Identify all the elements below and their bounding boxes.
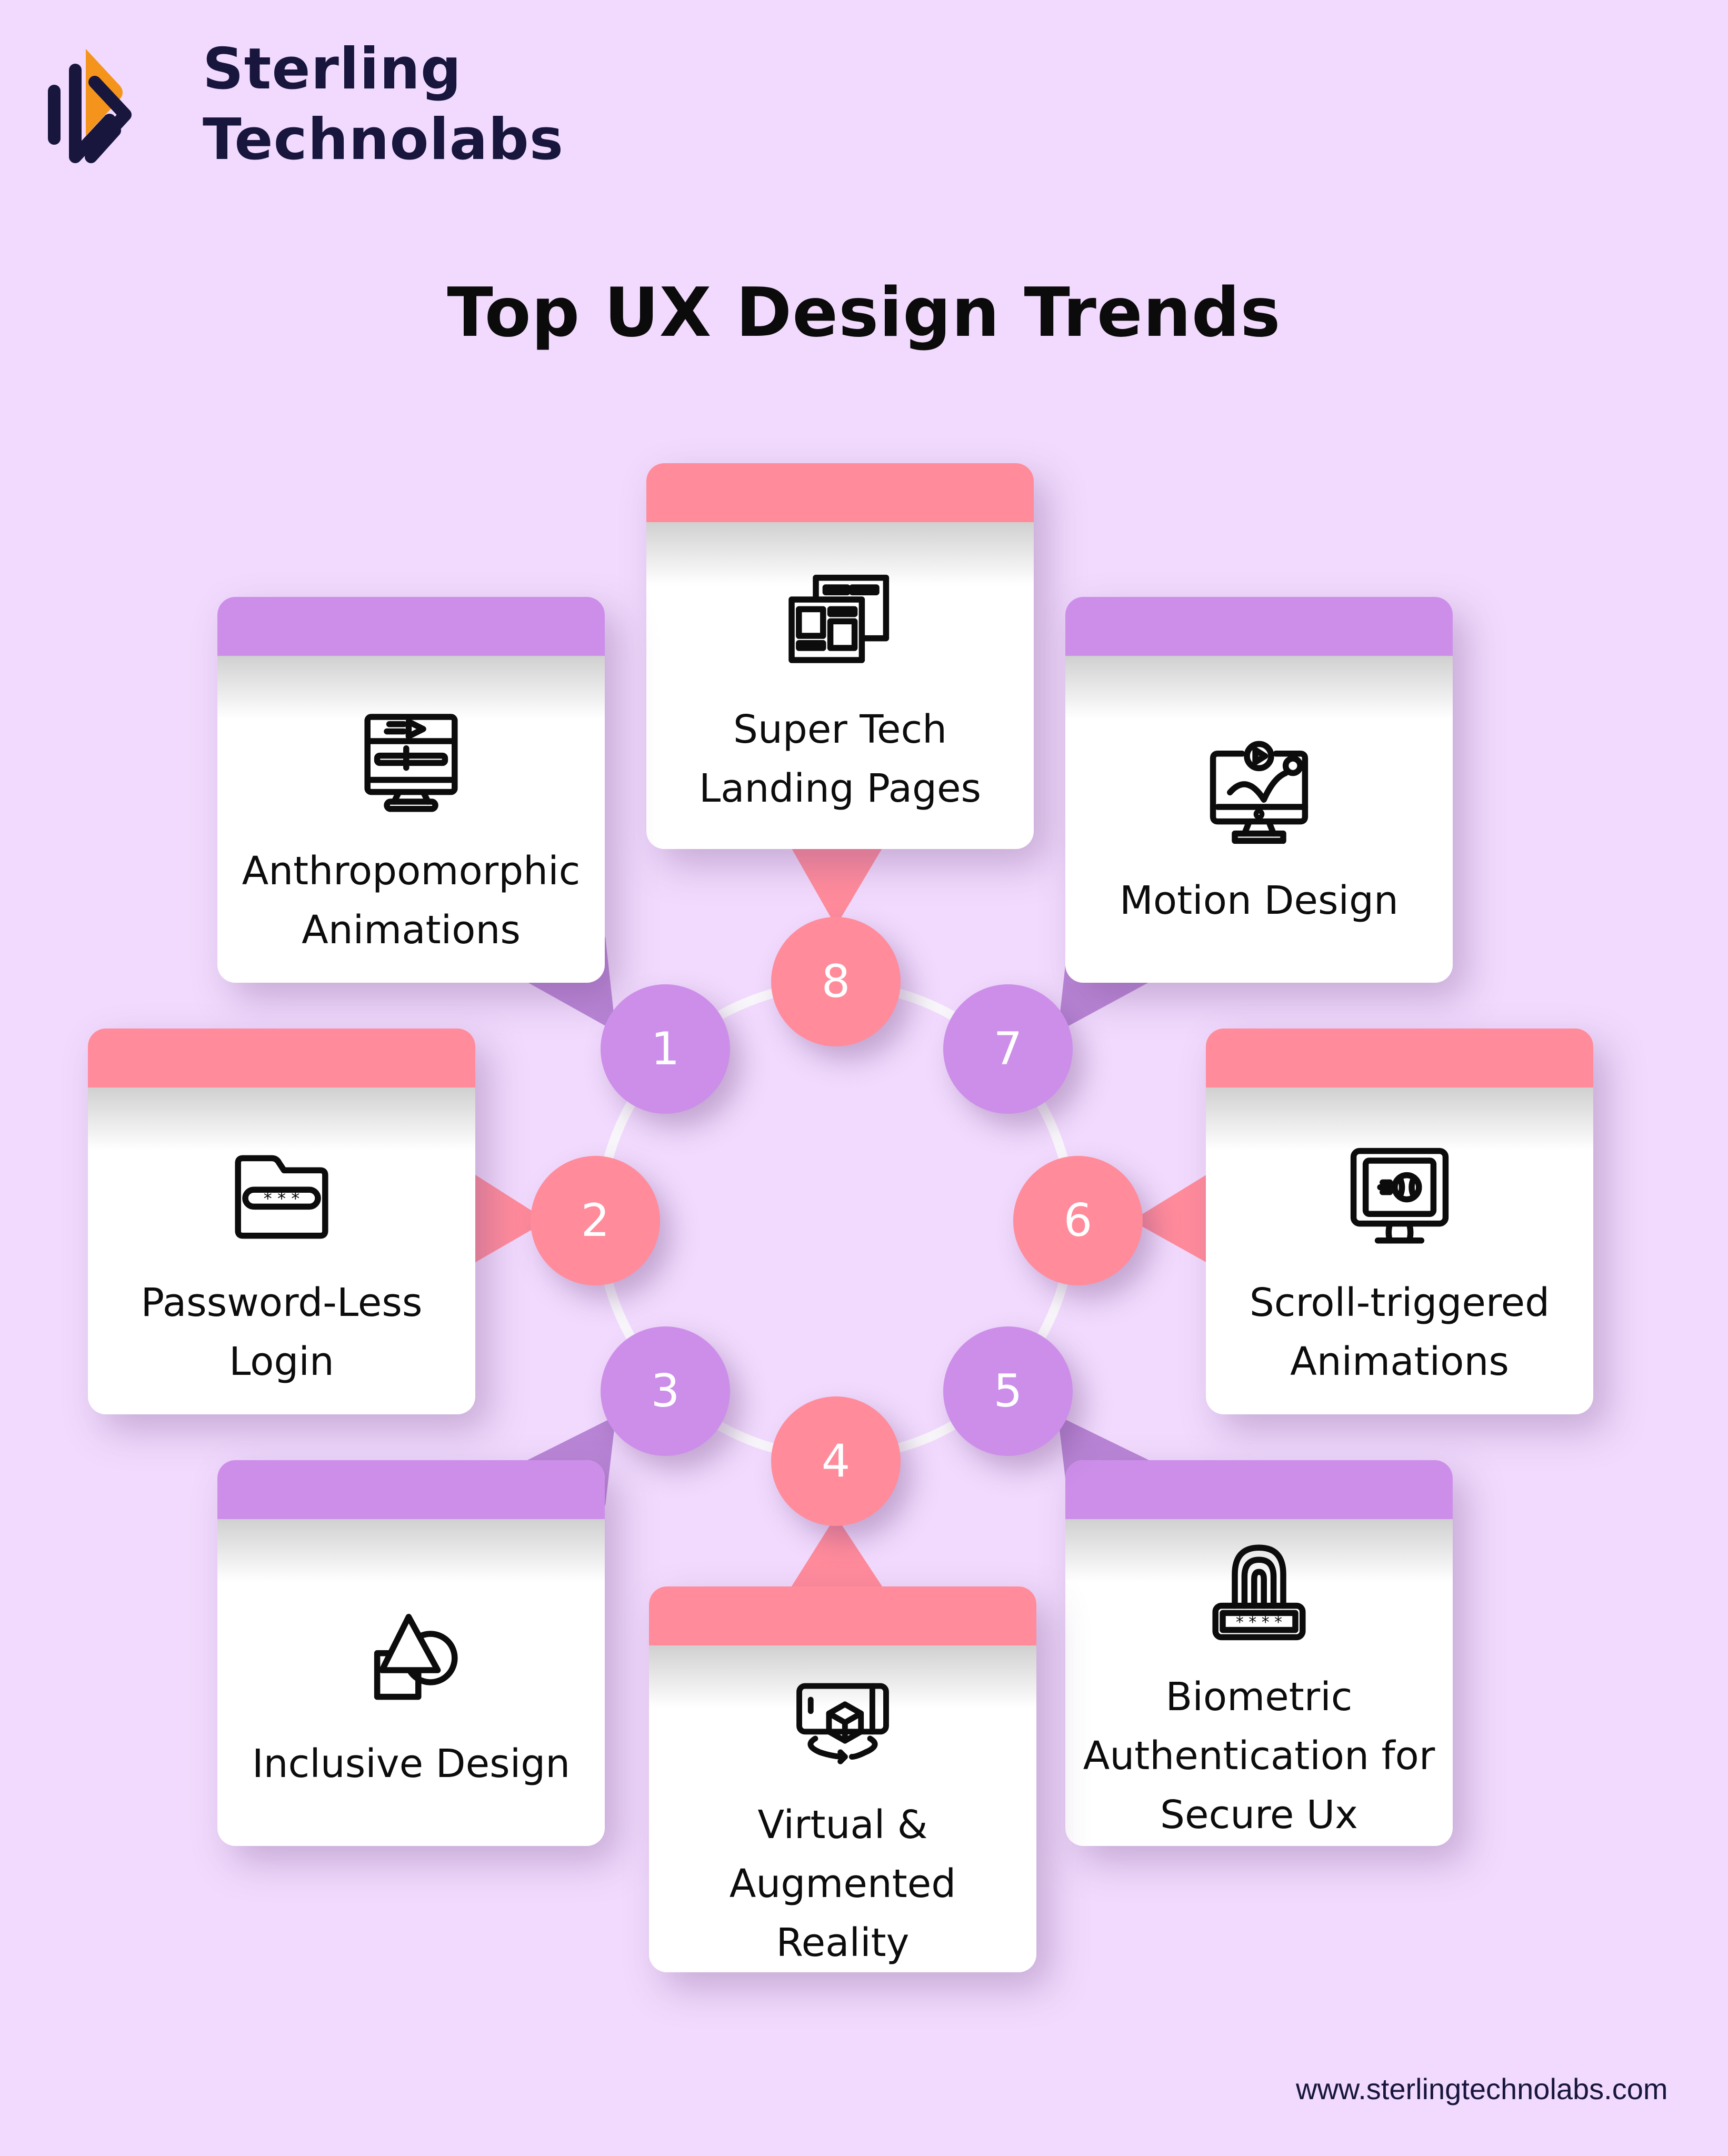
trend-card-1: Anthropomorphic Animations — [217, 597, 605, 983]
trend-number-5: 5 — [943, 1326, 1073, 1456]
card-header-bar — [217, 597, 605, 656]
connector-8 — [790, 845, 884, 926]
trend-number-3: 3 — [601, 1326, 730, 1456]
svg-text:* * *: * * * — [264, 1188, 300, 1208]
trend-label: Virtual & Augmented Reality — [729, 1802, 956, 1965]
website-link[interactable]: www.sterlingtechnolabs.com — [1296, 2072, 1668, 2106]
phone-ar-cube-icon — [796, 1683, 889, 1764]
trend-card-2: * * * Password-Less Login — [88, 1029, 475, 1414]
trend-card-6: Scroll-triggered Animations — [1206, 1029, 1593, 1414]
trend-card-7: Motion Design — [1065, 597, 1453, 983]
trend-number-7: 7 — [943, 984, 1073, 1114]
card-header-bar — [1065, 597, 1453, 656]
connector-6 — [1132, 1174, 1208, 1263]
shapes-icon — [374, 1613, 458, 1700]
svg-text:* * * *: * * * * — [1236, 1613, 1282, 1632]
trend-card-8: Super Tech Landing Pages — [646, 463, 1034, 849]
fingerprint-password-icon: * * * * — [1212, 1544, 1306, 1640]
trend-number-4: 4 — [771, 1396, 901, 1526]
trend-label: Motion Design — [1120, 877, 1399, 923]
trend-label: Password-Less Login — [141, 1280, 423, 1384]
card-header-bar — [646, 463, 1034, 522]
trend-number-6: 6 — [1013, 1156, 1143, 1285]
monitor-motion-icon — [1210, 741, 1309, 844]
folder-password-icon: * * * — [235, 1155, 328, 1239]
card-header-bar — [88, 1029, 475, 1087]
trend-card-3: Inclusive Design — [217, 1460, 605, 1846]
trend-label: Inclusive Design — [252, 1741, 571, 1786]
trend-card-5: * * * * Biometric Authentication for Sec… — [1065, 1460, 1453, 1846]
trend-label: Super Tech Landing Pages — [698, 707, 982, 811]
trend-label: Scroll-triggered Animations — [1249, 1280, 1550, 1384]
card-header-bar — [649, 1586, 1036, 1645]
trend-label: Biometric Authentication for Secure Ux — [1083, 1674, 1435, 1838]
trend-card-4: Virtual & Augmented Reality — [649, 1586, 1036, 1972]
trend-number-8: 8 — [771, 917, 901, 1046]
trend-number-1: 1 — [601, 984, 730, 1114]
card-header-bar — [217, 1460, 605, 1519]
monitor-ball-icon — [1350, 1147, 1449, 1244]
browser-windows-icon — [788, 574, 890, 663]
card-header-bar — [1065, 1460, 1453, 1519]
trend-label: Anthropomorphic Animations — [242, 848, 581, 953]
monitor-video-timeline-icon — [364, 713, 458, 812]
card-header-bar — [1206, 1029, 1593, 1087]
trend-number-2: 2 — [531, 1156, 660, 1285]
connector-4 — [790, 1516, 884, 1590]
